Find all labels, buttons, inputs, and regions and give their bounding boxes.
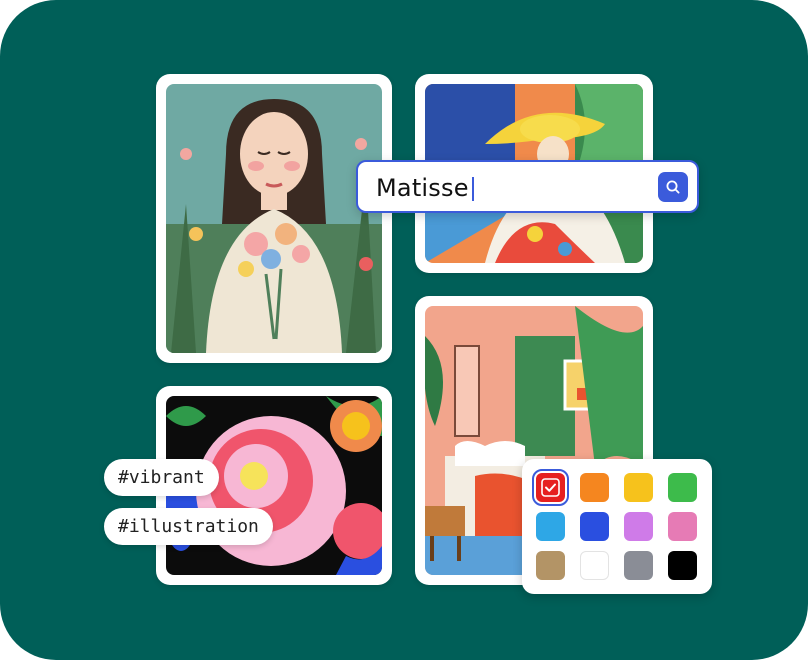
color-swatch[interactable] <box>668 512 697 541</box>
text-cursor <box>472 177 474 201</box>
image-card-girl[interactable] <box>156 74 392 363</box>
tag-vibrant[interactable]: #vibrant <box>104 459 219 496</box>
search-button[interactable] <box>658 172 688 202</box>
color-swatch[interactable] <box>624 551 653 580</box>
color-swatch[interactable] <box>536 512 565 541</box>
search-input[interactable]: Matisse <box>376 174 469 202</box>
color-swatch[interactable] <box>624 512 653 541</box>
search-icon <box>666 180 680 194</box>
search-bar[interactable]: Matisse <box>356 160 699 213</box>
color-swatch[interactable] <box>580 512 609 541</box>
tag-illustration[interactable]: #illustration <box>104 508 273 545</box>
color-swatch[interactable] <box>580 473 609 502</box>
color-swatch[interactable] <box>532 469 569 506</box>
color-swatch[interactable] <box>536 551 565 580</box>
color-swatch[interactable] <box>668 551 697 580</box>
girl-with-flowers-painting <box>166 84 382 353</box>
color-palette <box>522 459 712 594</box>
check-icon <box>541 478 560 497</box>
color-swatch[interactable] <box>580 551 609 580</box>
color-swatch[interactable] <box>668 473 697 502</box>
color-swatch[interactable] <box>624 473 653 502</box>
